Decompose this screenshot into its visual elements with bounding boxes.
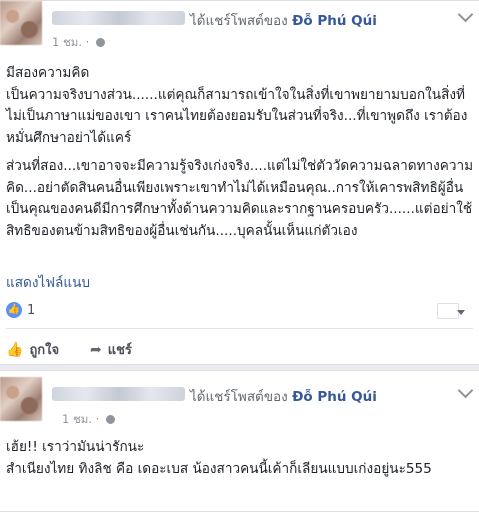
chevron-down-icon[interactable] <box>457 382 474 399</box>
timestamp[interactable]: 1 ชม. <box>62 412 92 426</box>
thumbs-up-icon: 👍 <box>6 342 24 358</box>
chevron-down-icon[interactable] <box>457 310 465 315</box>
post-body: มีสองความคิด เป็นความจริงบางส่วน......แต… <box>6 63 474 249</box>
author-name[interactable]: Đỗ Phú Qúi <box>292 389 377 405</box>
post-header: ได้แชร์โพสต์ของ Đỗ Phú Qúi <box>190 385 377 407</box>
author-name[interactable]: Đỗ Phú Qúi <box>292 13 377 29</box>
post-meta: 1 ชม. · <box>62 411 115 429</box>
show-attachment-link[interactable]: แสดงไฟล์แนบ <box>6 271 90 293</box>
post-meta: 1 ชม. · <box>52 34 105 52</box>
timestamp[interactable]: 1 ชม. <box>52 35 82 49</box>
post-paragraph: เฮ้ย!! เราว่ามันน่ารักนะ สำเนียงไทย ทิงล… <box>6 439 432 477</box>
like-count[interactable]: 1 <box>27 303 35 318</box>
globe-icon[interactable] <box>105 415 115 424</box>
blurred-sharer-name[interactable] <box>52 11 185 25</box>
post-paragraph: ส่วนที่สอง...เขาอาจจะมีความรู้จริงเก่งจร… <box>6 158 474 239</box>
reaction-picker[interactable] <box>437 303 459 319</box>
post-card: ได้แชร์โพสต์ของ Đỗ Phú Qúi 1 ชม. · เฮ้ย!… <box>0 370 479 512</box>
chevron-down-icon[interactable] <box>457 6 474 23</box>
share-button[interactable]: ➦ แชร์ <box>90 339 132 360</box>
shared-post-text: ได้แชร์โพสต์ของ <box>190 13 288 29</box>
avatar[interactable] <box>0 1 42 45</box>
blurred-sharer-name[interactable] <box>52 387 185 401</box>
avatar[interactable] <box>0 377 42 421</box>
divider <box>6 328 473 329</box>
thumbs-up-icon[interactable]: 👍 <box>6 302 22 318</box>
share-button-label: แชร์ <box>107 343 132 358</box>
share-arrow-icon: ➦ <box>90 342 102 358</box>
shared-post-text: ได้แชร์โพสต์ของ <box>190 389 288 405</box>
like-button-label: ถูกใจ <box>29 343 60 358</box>
globe-icon[interactable] <box>95 38 105 47</box>
post-body: เฮ้ย!! เราว่ามันน่ารักนะ สำเนียงไทย ทิงล… <box>6 437 474 487</box>
post-header: ได้แชร์โพสต์ของ Đỗ Phú Qúi <box>190 9 377 31</box>
post-card: ได้แชร์โพสต์ของ Đỗ Phú Qúi 1 ชม. · มีสอง… <box>0 0 479 365</box>
post-paragraph: มีสองความคิด เป็นความจริงบางส่วน......แต… <box>6 65 468 146</box>
like-button[interactable]: 👍 ถูกใจ <box>6 339 59 360</box>
